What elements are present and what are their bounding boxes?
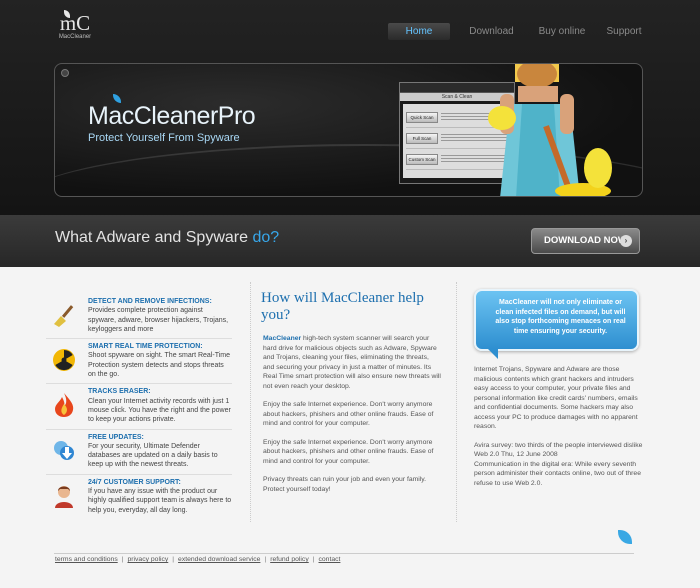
feature-title: DETECT AND REMOVE INFECTIONS: bbox=[88, 298, 212, 305]
footer-divider bbox=[54, 553, 634, 554]
product-title-block: MacCleanerPro Protect Yourself From Spyw… bbox=[88, 94, 256, 144]
banner-dot bbox=[61, 69, 69, 77]
feature-text: Provides complete protection against spy… bbox=[88, 307, 229, 333]
brand-name: MacCleaner bbox=[263, 335, 302, 342]
question-main: What Adware and Spyware bbox=[55, 229, 253, 246]
full-scan-button: Full Scan bbox=[406, 132, 438, 144]
help-paragraph: Enjoy the safe Internet experience. Don'… bbox=[263, 438, 434, 465]
feature-text: Clean your Internet activity records wit… bbox=[88, 397, 231, 424]
footer-link-extended-download[interactable]: extended download service bbox=[174, 556, 264, 563]
feature-title: FREE UPDATES: bbox=[88, 433, 144, 441]
feature-title: TRACKS ERASER: bbox=[88, 388, 151, 396]
leaf-icon bbox=[618, 530, 632, 544]
feature-title: SMART REAL TIME PROTECTION: bbox=[88, 343, 203, 351]
survey-line: Communication in the digital era: While … bbox=[474, 460, 641, 487]
footer-link-refund[interactable]: refund policy bbox=[266, 556, 313, 563]
fire-icon bbox=[46, 387, 82, 423]
feature-item: SMART REAL TIME PROTECTION: Shoot spyware… bbox=[46, 339, 232, 385]
arrow-right-icon: › bbox=[620, 235, 632, 247]
features-list: DETECT AND REMOVE INFECTIONS: Provides co… bbox=[46, 294, 232, 519]
product-name: MacCleanerPro bbox=[88, 102, 256, 130]
nav-download[interactable]: Download bbox=[450, 23, 533, 40]
site-header: mC MacCleaner Home Download Buy online S… bbox=[0, 0, 700, 215]
site-logo[interactable]: mC MacCleaner bbox=[55, 10, 95, 40]
feature-text: If you have any issue with the product o… bbox=[88, 488, 232, 514]
feature-item: 24/7 CUSTOMER SUPPORT: If you have any is… bbox=[46, 475, 232, 519]
main-nav: Home Download Buy online Support bbox=[388, 23, 657, 40]
info-paragraph: Internet Trojans, Spyware and Adware are… bbox=[474, 366, 638, 430]
main-content: DETECT AND REMOVE INFECTIONS: Provides co… bbox=[0, 267, 700, 588]
feature-text: For your security, Ultimate Defender dat… bbox=[88, 442, 218, 469]
hero-banner: MacCleanerPro Protect Yourself From Spyw… bbox=[54, 63, 643, 197]
footer-link-terms[interactable]: terms and conditions bbox=[55, 556, 122, 563]
cleaning-woman-image bbox=[488, 64, 612, 196]
feature-item: FREE UPDATES: For your security, Ultimate… bbox=[46, 430, 232, 475]
feature-item: DETECT AND REMOVE INFECTIONS: Provides co… bbox=[46, 294, 232, 340]
nav-home[interactable]: Home bbox=[388, 23, 450, 40]
help-intro-text: high-tech system scanner will search you… bbox=[263, 335, 441, 390]
help-heading: How will MacCleaner help you? bbox=[261, 290, 424, 323]
support-person-icon bbox=[46, 478, 82, 514]
feature-title: 24/7 CUSTOMER SUPPORT: bbox=[88, 478, 181, 486]
custom-scan-button: Custom Scan bbox=[406, 153, 438, 165]
quick-scan-button: Quick Scan bbox=[406, 111, 438, 123]
help-intro: MacCleaner high-tech system scanner will… bbox=[263, 334, 441, 391]
question-strip: What Adware and Spyware do? DOWNLOAD NOW… bbox=[0, 215, 700, 267]
info-column: Internet Trojans, Spyware and Adware are… bbox=[474, 365, 649, 497]
question-accent: do? bbox=[252, 229, 280, 246]
download-now-button[interactable]: DOWNLOAD NOW › bbox=[531, 228, 640, 254]
feature-text: Shoot spyware on sight. The smart Real-T… bbox=[88, 352, 231, 379]
help-paragraph: Privacy threats can ruin your job and ev… bbox=[263, 476, 427, 493]
help-column: How will MacCleaner help you? MacCleaner… bbox=[250, 282, 457, 522]
download-label: DOWNLOAD NOW bbox=[544, 235, 627, 246]
broom-icon bbox=[46, 297, 82, 333]
help-paragraph: Enjoy the safe Internet experience. Don'… bbox=[263, 401, 434, 427]
nav-support[interactable]: Support bbox=[591, 23, 657, 40]
footer-link-contact[interactable]: contact bbox=[315, 556, 345, 563]
nav-buy-online[interactable]: Buy online bbox=[533, 23, 591, 40]
product-tagline: Protect Yourself From Spyware bbox=[88, 132, 240, 144]
footer-links: terms and conditions | privacy policy | ex… bbox=[55, 556, 344, 563]
info-bubble: MacCleaner will not only eliminate or cl… bbox=[474, 289, 639, 359]
survey-line: Avira survey: two thirds of the people i… bbox=[474, 441, 643, 459]
download-icon bbox=[46, 433, 82, 469]
adware-question: What Adware and Spyware do? bbox=[55, 229, 279, 247]
radiation-icon bbox=[46, 342, 82, 378]
survey-paragraph: Avira survey: two thirds of the people i… bbox=[474, 441, 649, 489]
footer-link-privacy[interactable]: privacy policy bbox=[123, 556, 172, 563]
feature-item: TRACKS ERASER: Clean your Internet activi… bbox=[46, 384, 232, 430]
